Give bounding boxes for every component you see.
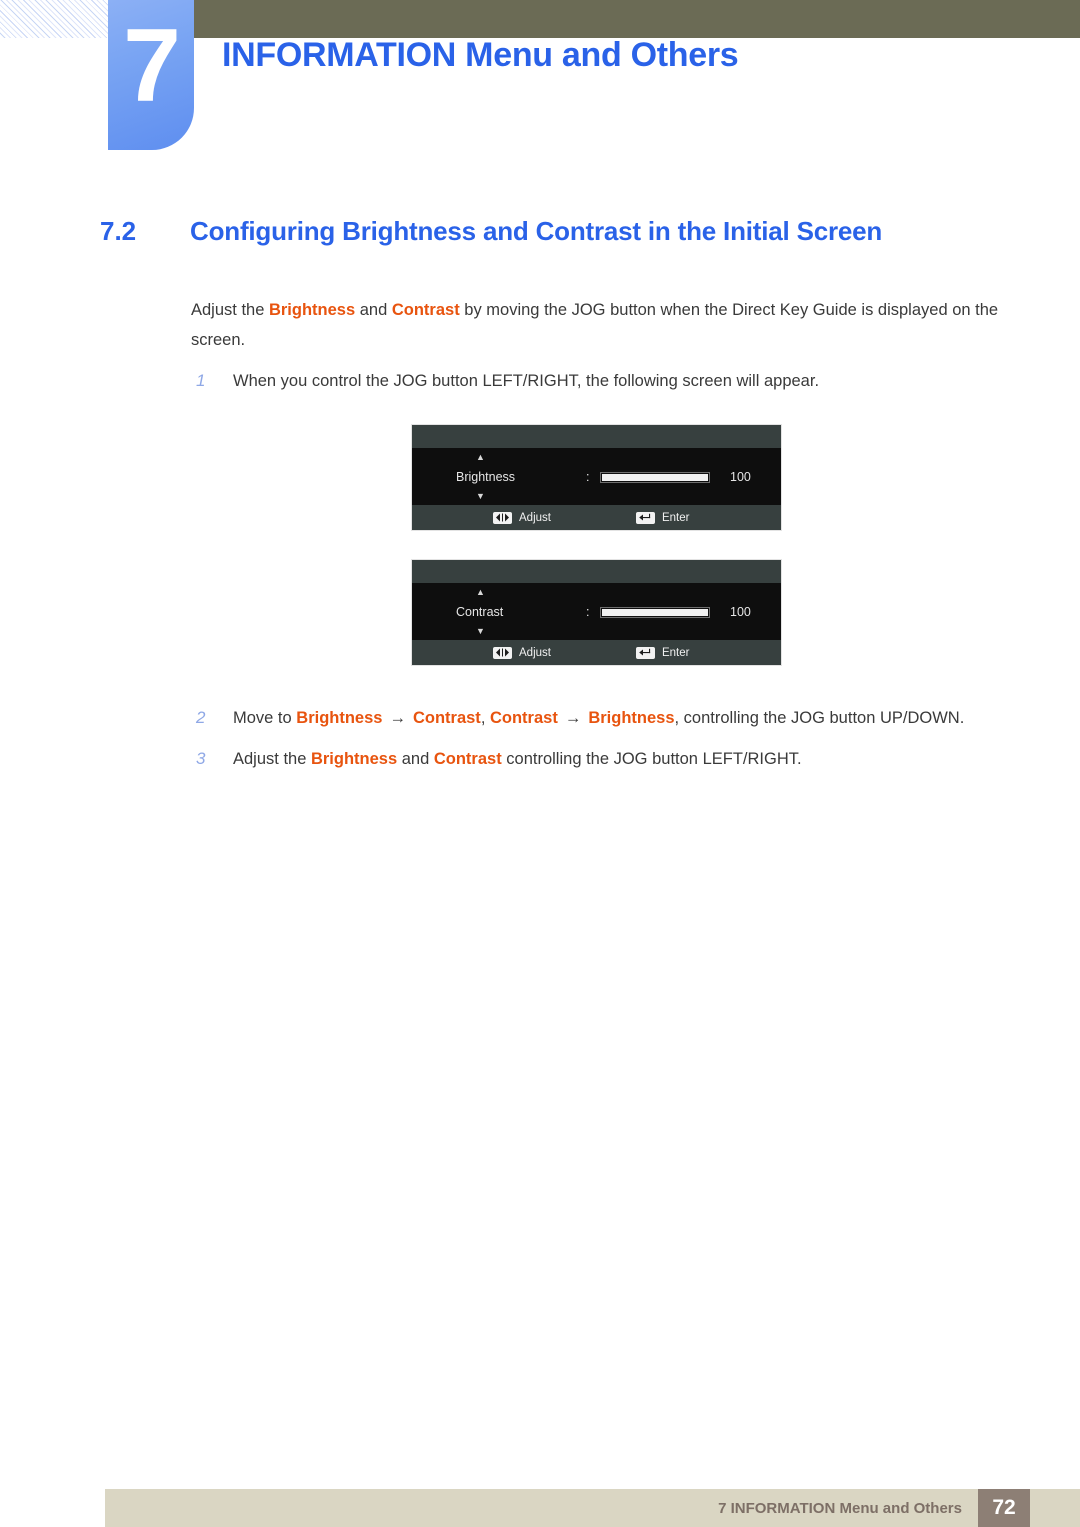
- osd-hint-enter: Enter: [635, 646, 690, 659]
- osd-footer-hints: Adjust Enter: [412, 640, 781, 665]
- caret-up-icon: ▲: [476, 587, 485, 597]
- osd-hint-enter-label: Enter: [661, 511, 690, 524]
- osd-colon: :: [586, 470, 590, 484]
- caret-down-icon: ▼: [476, 491, 485, 501]
- osd-hint-adjust-label: Adjust: [519, 511, 551, 524]
- enter-return-key-icon: [635, 511, 655, 524]
- keyword-brightness: Brightness: [268, 301, 356, 319]
- osd-top-band: [412, 425, 781, 448]
- osd-hint-adjust: Adjust: [493, 511, 551, 524]
- osd-hint-enter: Enter: [635, 511, 690, 524]
- enter-return-key-icon: [635, 646, 655, 659]
- page-number-badge: 72: [978, 1489, 1030, 1527]
- osd-setting-row: Brightness : 100: [412, 463, 781, 491]
- osd-setting-value: 100: [730, 470, 751, 484]
- chapter-header: 7 INFORMATION Menu and Others: [0, 0, 1080, 152]
- step-3-mid: and: [397, 750, 434, 768]
- chapter-title: INFORMATION Menu and Others: [222, 36, 739, 74]
- step-2-tail: , controlling the JOG button UP/DOWN.: [674, 709, 965, 727]
- step-3-number: 3: [196, 749, 206, 768]
- section-title: Configuring Brightness and Contrast in t…: [190, 216, 883, 246]
- step-3-keyword-2: Contrast: [433, 750, 502, 768]
- osd-slider-fill: [602, 608, 708, 616]
- osd-setting-label: Contrast: [456, 605, 504, 619]
- osd-body: ▲ Contrast : 100 ▼: [412, 583, 781, 640]
- step-2-keyword-3: Contrast: [489, 709, 558, 727]
- step-2-lead: Move to: [233, 709, 297, 727]
- osd-top-band: [412, 560, 781, 583]
- step-2-keyword-2: Contrast: [412, 709, 481, 727]
- footer-chapter-label: 7 INFORMATION Menu and Others: [718, 1499, 962, 1517]
- page-footer: 7 INFORMATION Menu and Others 72: [105, 1489, 1080, 1527]
- osd-hint-adjust-label: Adjust: [519, 646, 551, 659]
- step-3: 3 Adjust the Brightness and Contrast con…: [191, 744, 1011, 774]
- section-heading: 7.2 Configuring Brightness and Contrast …: [100, 216, 1020, 247]
- osd-hint-enter-label: Enter: [661, 646, 690, 659]
- osd-colon: :: [586, 605, 590, 619]
- arrow-right-icon-1: →: [389, 709, 406, 727]
- osd-hint-adjust: Adjust: [493, 646, 551, 659]
- osd-slider-fill: [602, 473, 708, 481]
- step-2-keyword-4: Brightness: [588, 709, 675, 727]
- decorative-hatch-pattern: [0, 0, 108, 38]
- step-1-number: 1: [196, 371, 206, 390]
- left-right-arrow-key-icon: [493, 646, 512, 659]
- step-3-tail: controlling the JOG button LEFT/RIGHT.: [501, 750, 802, 768]
- osd-screenshot-contrast: ▲ Contrast : 100 ▼ Adjust Enter: [411, 559, 782, 666]
- arrow-right-icon-2: →: [564, 709, 582, 727]
- intro-paragraph: Adjust the Brightness and Contrast by mo…: [191, 295, 1011, 355]
- step-2-keyword-1: Brightness: [296, 709, 383, 727]
- osd-setting-row: Contrast : 100: [412, 598, 781, 626]
- osd-footer-hints: Adjust Enter: [412, 505, 781, 530]
- osd-slider-track[interactable]: [600, 606, 710, 618]
- step-2: 2 Move to Brightness → Contrast, Contrast →…: [191, 703, 1011, 733]
- left-right-arrow-key-icon: [493, 511, 512, 524]
- keyword-contrast: Contrast: [391, 301, 460, 319]
- osd-setting-value: 100: [730, 605, 751, 619]
- step-2-text: Move to Brightness → Contrast, Contrast → Br…: [233, 703, 964, 733]
- step-3-text: Adjust the Brightness and Contrast contr…: [233, 744, 802, 774]
- intro-text-part2: and: [355, 301, 392, 319]
- osd-screenshot-brightness: ▲ Brightness : 100 ▼ Adjust Enter: [411, 424, 782, 531]
- step-2-number: 2: [196, 708, 206, 727]
- section-number: 7.2: [100, 216, 137, 246]
- osd-body: ▲ Brightness : 100 ▼: [412, 448, 781, 505]
- caret-down-icon: ▼: [476, 626, 485, 636]
- header-olive-bar: [192, 0, 1080, 38]
- osd-panel: ▲ Contrast : 100 ▼ Adjust Enter: [411, 559, 782, 666]
- step-1: 1 When you control the JOG button LEFT/R…: [191, 366, 1011, 396]
- intro-text-part1: Adjust the: [191, 301, 269, 319]
- caret-up-icon: ▲: [476, 452, 485, 462]
- step-1-text: When you control the JOG button LEFT/RIG…: [233, 372, 820, 390]
- osd-slider-track[interactable]: [600, 471, 710, 483]
- step-3-keyword-1: Brightness: [310, 750, 398, 768]
- step-2-separator: ,: [480, 709, 490, 727]
- osd-setting-label: Brightness: [456, 470, 516, 484]
- step-3-lead: Adjust the: [233, 750, 311, 768]
- body-content: Adjust the Brightness and Contrast by mo…: [191, 295, 1011, 774]
- osd-panel: ▲ Brightness : 100 ▼ Adjust Enter: [411, 424, 782, 531]
- chapter-number-badge: 7: [108, 0, 194, 150]
